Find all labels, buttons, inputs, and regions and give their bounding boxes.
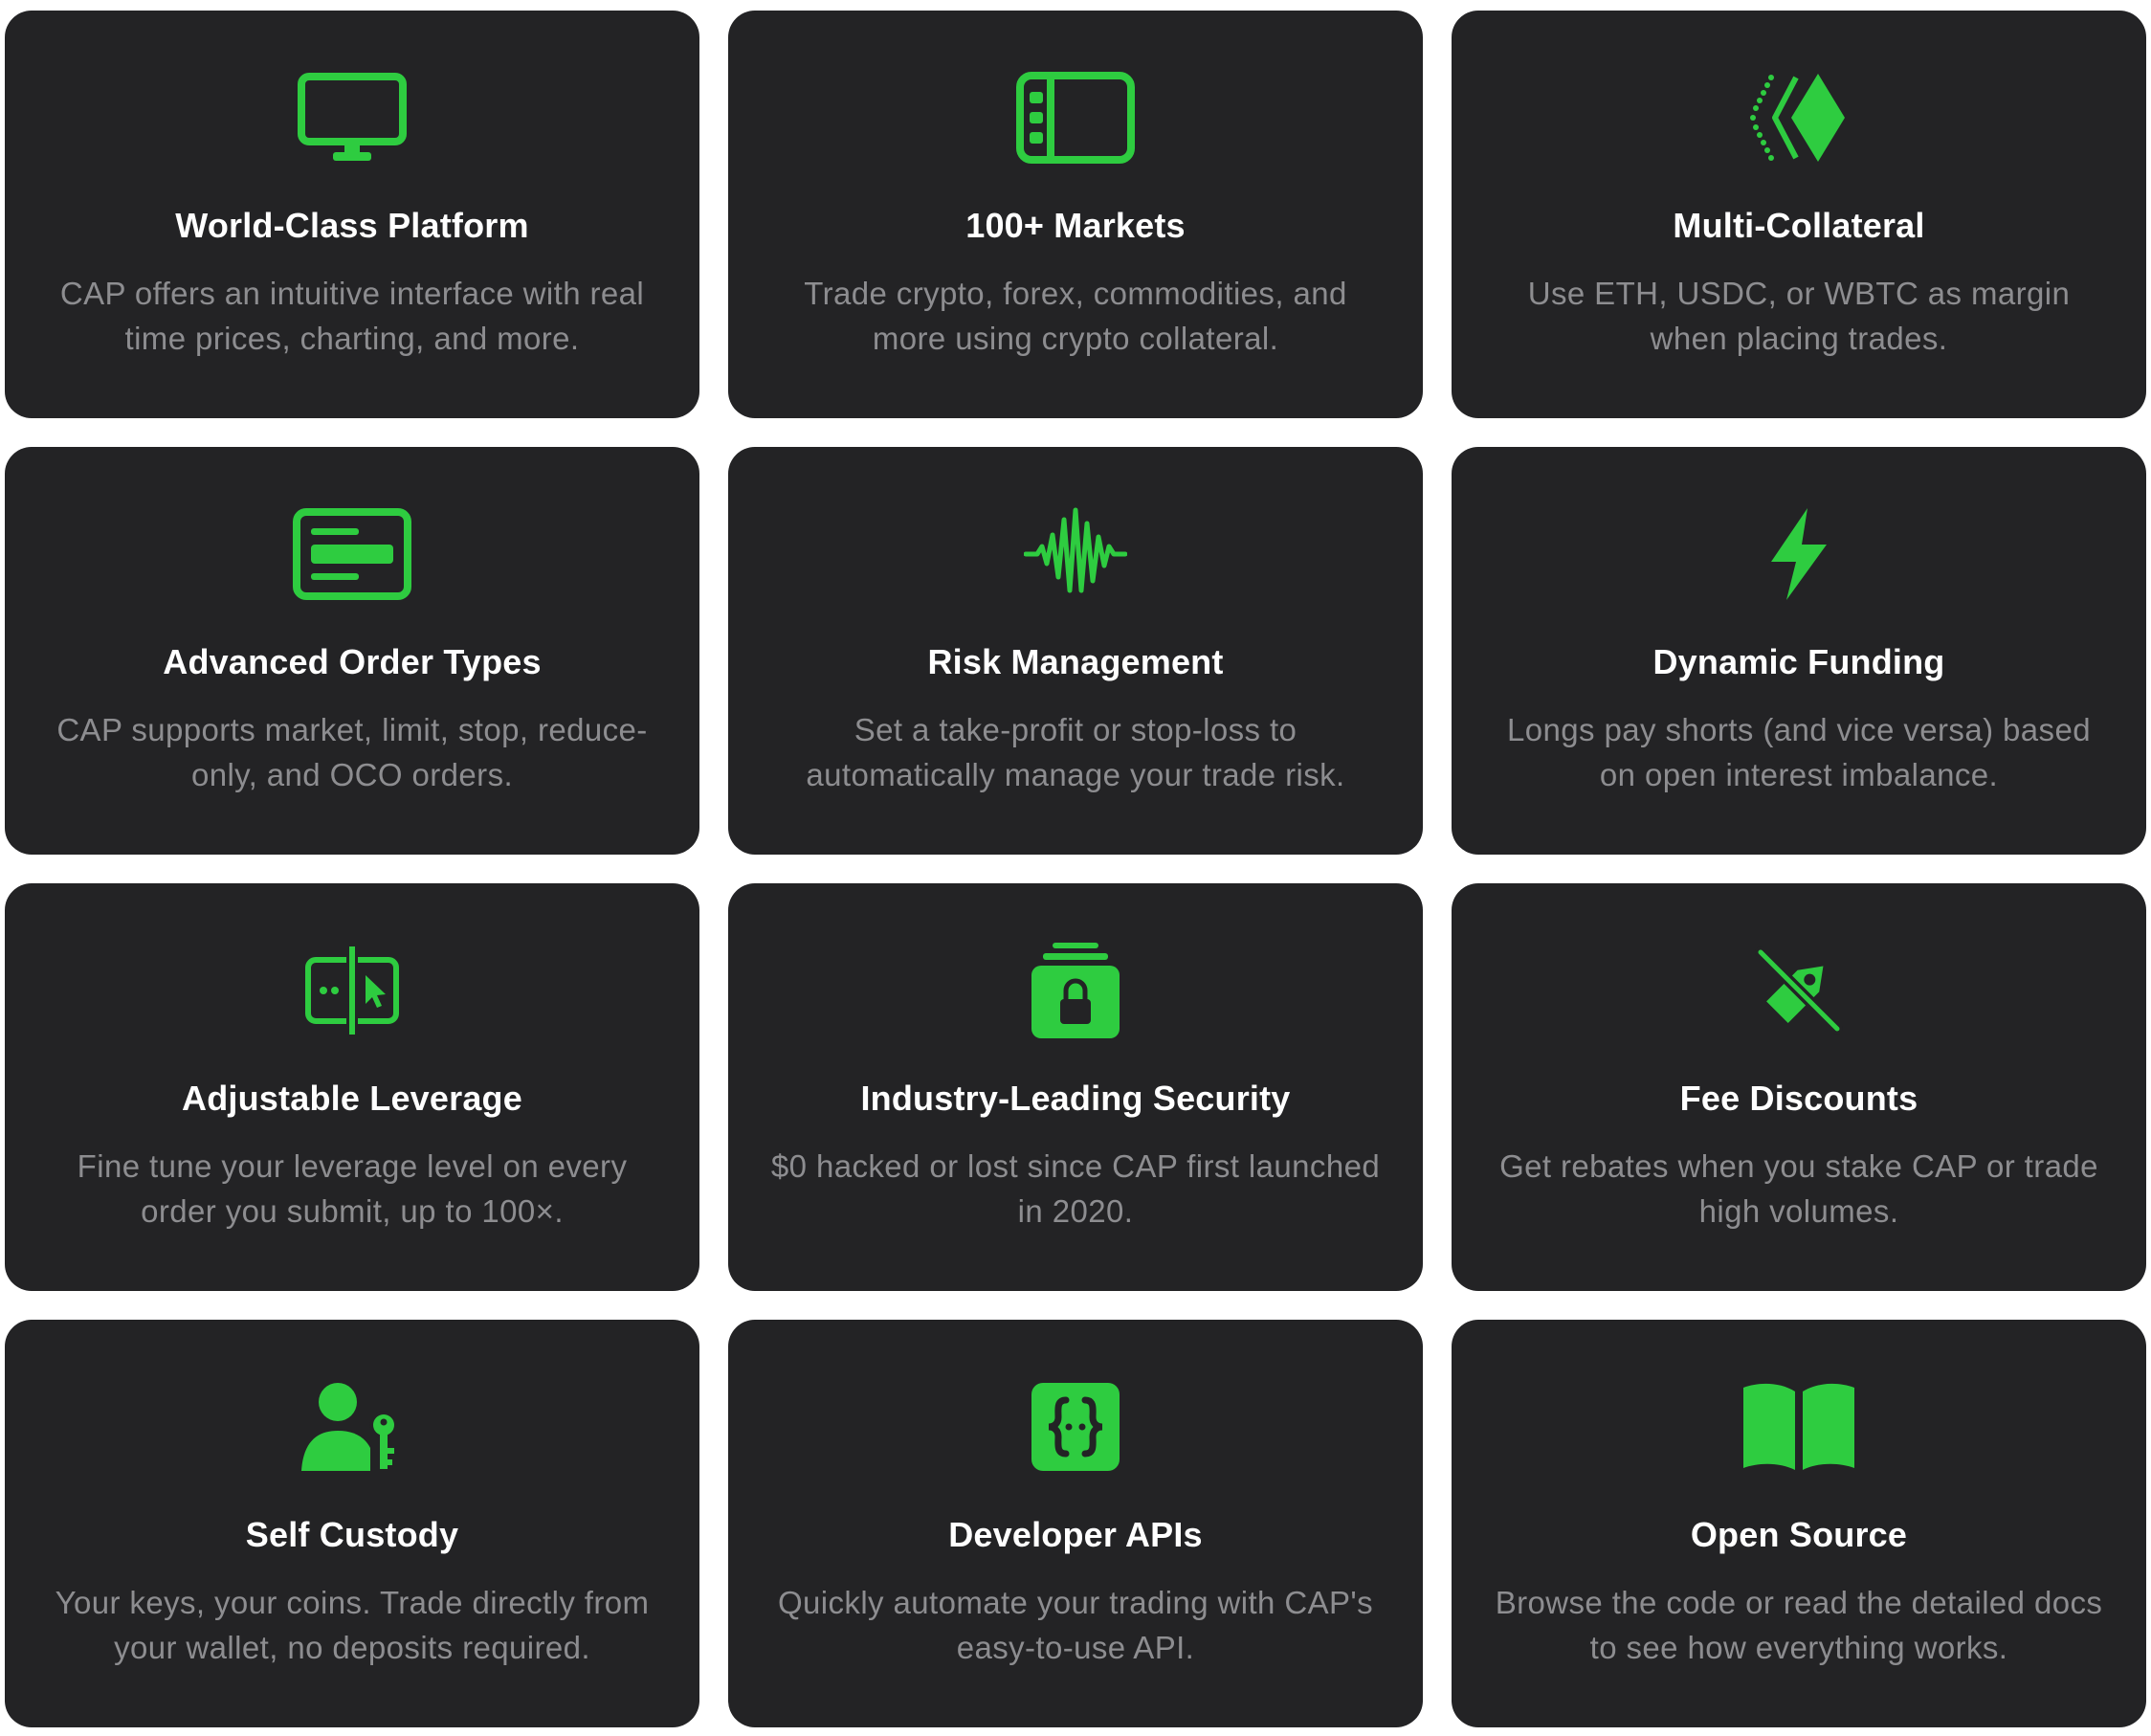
feature-description: Set a take-profit or stop-loss to automa… (806, 712, 1345, 792)
feature-card: Fee Discounts Get rebates when you stake… (1452, 883, 2146, 1291)
waveform-icon (1009, 497, 1142, 612)
feature-description: CAP supports market, limit, stop, reduce… (56, 712, 648, 792)
feature-description: Trade crypto, forex, commodities, and mo… (804, 276, 1347, 356)
feature-description: CAP offers an intuitive interface with r… (59, 276, 645, 356)
curly-braces-icon (1009, 1369, 1142, 1484)
open-book-icon (1732, 1369, 1866, 1484)
feature-card: Dynamic Funding Longs pay shorts (and vi… (1452, 447, 2146, 855)
feature-title: Advanced Order Types (163, 642, 542, 681)
sidebar-layout-icon (1009, 60, 1142, 175)
feature-card: Developer APIs Quickly automate your tra… (728, 1320, 1423, 1727)
feature-card: Industry-Leading Security $0 hacked or l… (728, 883, 1423, 1291)
feature-description: Browse the code or read the detailed doc… (1495, 1585, 2103, 1665)
feature-title: Developer APIs (948, 1515, 1203, 1554)
feature-title: Industry-Leading Security (860, 1079, 1291, 1118)
feature-title: Open Source (1690, 1515, 1908, 1554)
feature-card: Adjustable Leverage Fine tune your lever… (5, 883, 699, 1291)
feature-title: Risk Management (927, 642, 1224, 681)
feature-card: Advanced Order Types CAP supports market… (5, 447, 699, 855)
feature-title: 100+ Markets (965, 206, 1186, 245)
feature-card: Risk Management Set a take-profit or sto… (728, 447, 1423, 855)
feature-card: 100+ Markets Trade crypto, forex, commod… (728, 11, 1423, 418)
diamond-chevron-icon (1732, 60, 1866, 175)
feature-grid: World-Class Platform CAP offers an intui… (5, 11, 2146, 1727)
feature-title: Dynamic Funding (1652, 642, 1945, 681)
feature-description: Fine tune your leverage level on every o… (77, 1148, 628, 1229)
split-cursor-icon (285, 933, 419, 1048)
feature-title: World-Class Platform (175, 206, 529, 245)
feature-card: Self Custody Your keys, your coins. Trad… (5, 1320, 699, 1727)
feature-description: Get rebates when you stake CAP or trade … (1499, 1148, 2098, 1229)
feature-title: Self Custody (245, 1515, 459, 1554)
feature-card: Open Source Browse the code or read the … (1452, 1320, 2146, 1727)
lock-stack-icon (1009, 933, 1142, 1048)
tag-slash-icon (1732, 933, 1866, 1048)
feature-title: Fee Discounts (1679, 1079, 1918, 1118)
feature-title: Adjustable Leverage (182, 1079, 522, 1118)
feature-description: Use ETH, USDC, or WBTC as margin when pl… (1527, 276, 2071, 356)
person-key-icon (285, 1369, 419, 1484)
feature-card: Multi-Collateral Use ETH, USDC, or WBTC … (1452, 11, 2146, 418)
monitor-icon (285, 60, 419, 175)
feature-description: $0 hacked or lost since CAP first launch… (770, 1148, 1381, 1229)
feature-description: Quickly automate your trading with CAP's… (777, 1585, 1374, 1665)
feature-card: World-Class Platform CAP offers an intui… (5, 11, 699, 418)
order-card-icon (285, 497, 419, 612)
feature-title: Multi-Collateral (1673, 206, 1925, 245)
feature-description: Longs pay shorts (and vice versa) based … (1507, 712, 2091, 792)
feature-description: Your keys, your coins. Trade directly fr… (55, 1585, 650, 1665)
lightning-bolt-icon (1732, 497, 1866, 612)
